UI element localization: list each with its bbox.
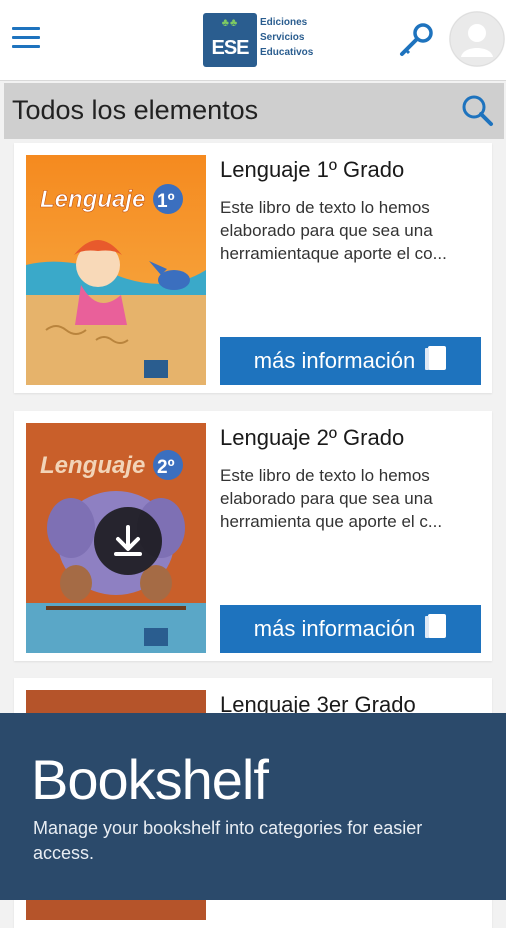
hamburger-menu-icon[interactable] <box>12 27 40 51</box>
book-card[interactable]: Lenguaje 2º Lenguaje 2º Grado Este libro… <box>14 411 492 661</box>
logo-text: Ediciones Servicios Educativos <box>260 17 314 58</box>
cover-grade: 2º <box>157 457 175 478</box>
overlay-description: Manage your bookshelf into categories fo… <box>33 818 423 863</box>
section-header: Todos los elementos <box>4 83 504 139</box>
key-icon[interactable] <box>396 20 436 60</box>
book-card[interactable]: Lenguaje 1º Lenguaje 1º Grado Este libro… <box>14 143 492 393</box>
logo-mark: ♣♣ ESE <box>203 13 257 67</box>
book-icon <box>425 345 447 377</box>
user-avatar-icon[interactable] <box>449 11 505 67</box>
book-title[interactable]: Lenguaje 1º Grado <box>220 157 404 183</box>
overlay-title: Bookshelf <box>31 748 269 811</box>
cover-grade: 1º <box>157 191 175 212</box>
cover-title: Lenguaje <box>40 186 145 213</box>
section-title: Todos los elementos <box>12 95 259 125</box>
book-description: Este libro de texto lo hemos elaborado p… <box>220 198 447 263</box>
publisher-logo: ♣♣ ESE Ediciones Servicios Educativos <box>203 13 313 67</box>
search-icon[interactable] <box>460 94 494 128</box>
more-info-button[interactable]: más información <box>220 337 481 385</box>
more-info-label: más información <box>253 616 416 641</box>
book-cover-image[interactable]: Lenguaje 1º <box>26 155 206 385</box>
book-cover-image[interactable]: Lenguaje 2º <box>26 423 206 653</box>
download-icon[interactable] <box>94 507 162 575</box>
cover-title: Lenguaje <box>40 452 145 479</box>
book-title[interactable]: Lenguaje 2º Grado <box>220 425 404 451</box>
app-bar: ♣♣ ESE Ediciones Servicios Educativos <box>0 0 506 81</box>
more-info-button[interactable]: más información <box>220 605 481 653</box>
more-info-label: más información <box>253 348 416 373</box>
book-icon <box>425 613 447 645</box>
tutorial-overlay[interactable]: Bookshelf Manage your bookshelf into cat… <box>0 713 506 900</box>
book-description: Este libro de texto lo hemos elaborado p… <box>220 466 443 531</box>
